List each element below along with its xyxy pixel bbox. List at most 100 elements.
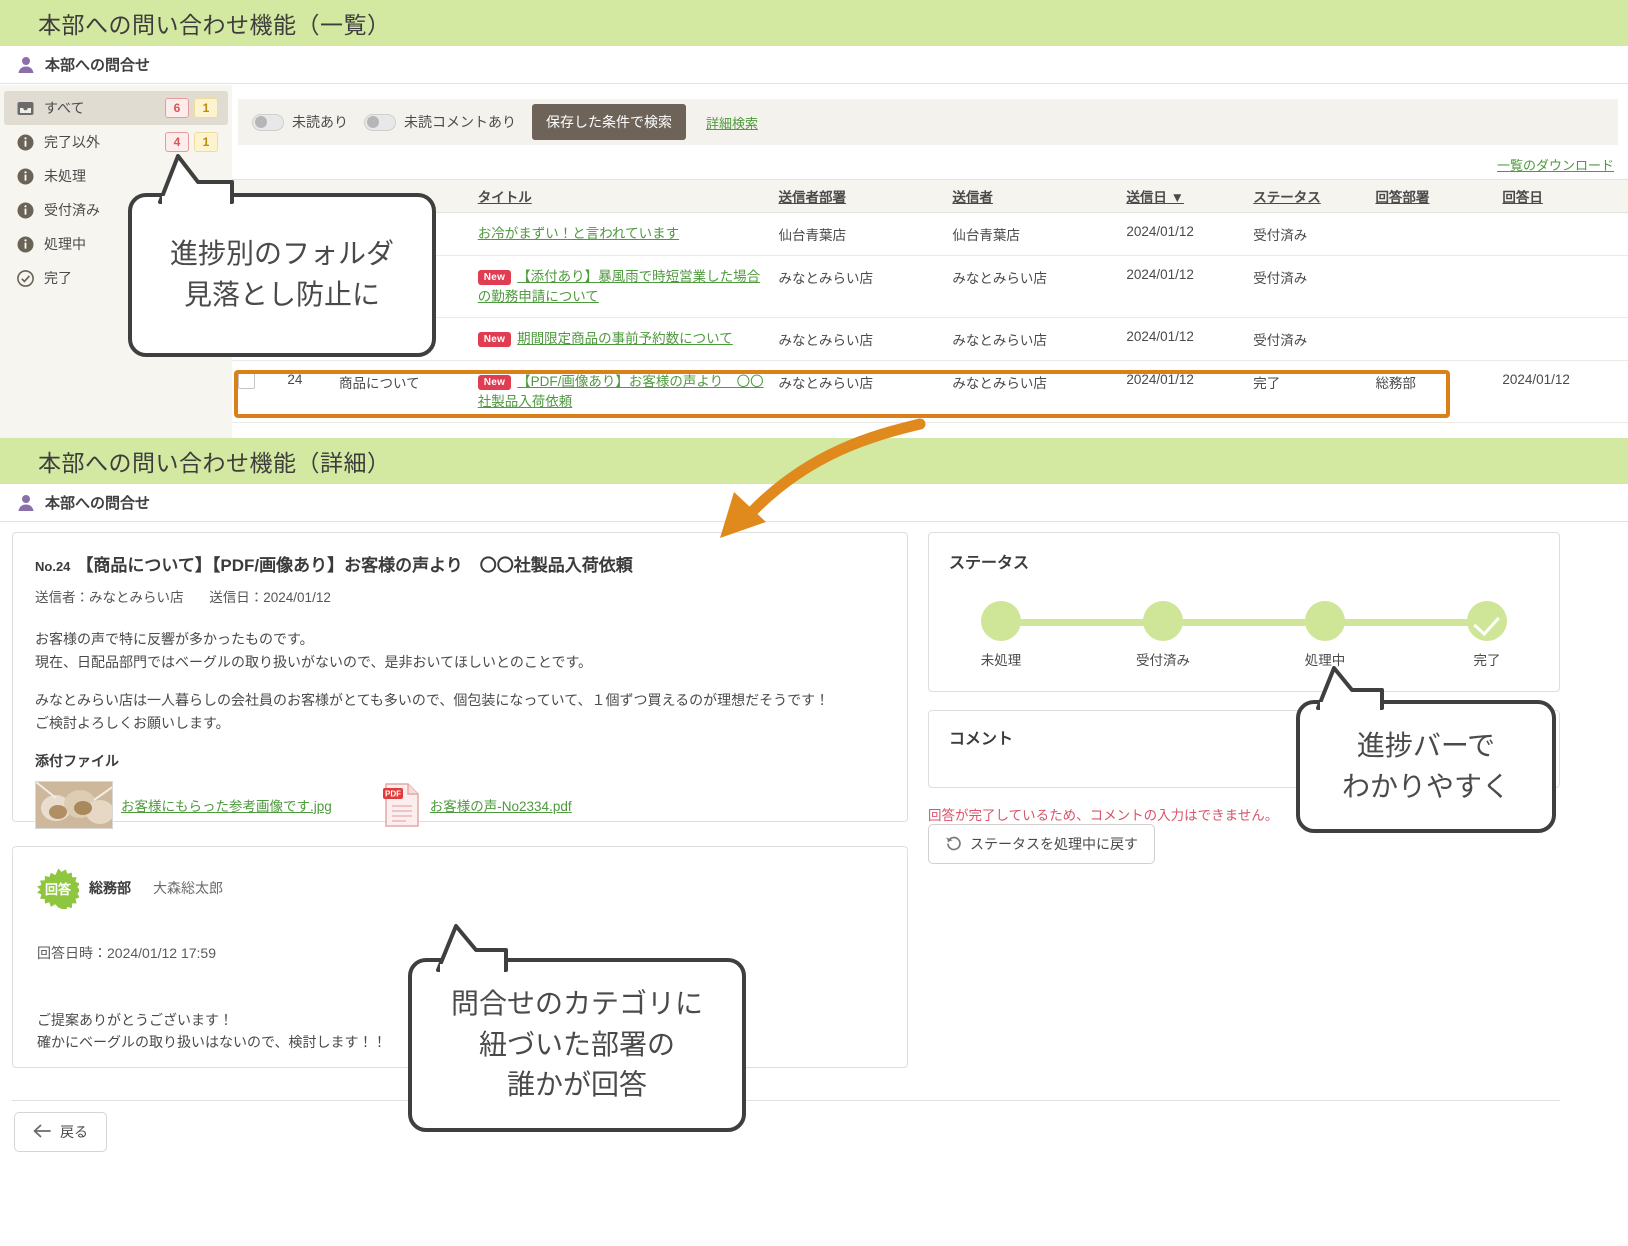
- attachment-section-title: 添付ファイル: [35, 752, 119, 769]
- row-title-cell: お冷がまずい！と言われています: [471, 212, 773, 256]
- step-accepted[interactable]: 受付済み: [1111, 601, 1215, 669]
- table-row[interactable]: お冷がまずい！と言われています 仙台青葉店 仙台青葉店 2024/01/12 受…: [232, 212, 1628, 256]
- table-row[interactable]: 24 商品について New 【PDF/画像あり】お客様の声より 〇〇社製品入荷依頼…: [232, 360, 1628, 424]
- row-sender: 仙台青葉店: [946, 212, 1121, 256]
- orange-arrow-annotation: [720, 418, 926, 538]
- unread-toggle-label: 未読あり: [292, 114, 348, 130]
- row-reply-dept: 総務部: [1369, 360, 1497, 424]
- row-title-link[interactable]: 【PDF/画像あり】お客様の声より 〇〇社製品入荷依頼: [478, 374, 764, 409]
- inquiry-sent-date: 送信日：2024/01/12: [209, 590, 331, 605]
- row-title-link[interactable]: お冷がまずい！と言われています: [478, 226, 679, 241]
- person-icon: [15, 54, 37, 76]
- row-sender-dept: みなとみらい店: [772, 317, 947, 362]
- new-badge: New: [477, 270, 512, 285]
- sidebar-badge-comment-not-complete: 1: [194, 132, 218, 152]
- revert-status-button-label: ステータスを処理中に戻す: [970, 836, 1138, 852]
- back-button[interactable]: 戻る: [14, 1112, 107, 1152]
- callout-category-text: 問合せのカテゴリに 紐づいた部署の 誰かが回答: [450, 988, 703, 1101]
- inquiry-body-line-1: お客様の声で特に反響が多かったものです。: [35, 631, 314, 647]
- row-sent-date: 2024/01/12: [1120, 360, 1248, 424]
- inquiry-list-main: 未読あり 未読コメントあり 保存した条件で検索 詳細検索 一覧のダウンロード タ…: [232, 85, 1628, 438]
- sidebar-item-all[interactable]: すべて 6 1: [4, 91, 228, 125]
- pdf-icon[interactable]: PDF: [382, 782, 422, 828]
- row-category: 商品について: [333, 360, 472, 424]
- row-sender-dept: 仙台青葉店: [772, 212, 947, 256]
- th-status[interactable]: ステータス: [1247, 179, 1370, 213]
- inquiry-body-paragraph-1: お客様の声で特に反響が多かったものです。 現在、日配品部門ではベーグルの取り扱い…: [35, 628, 885, 673]
- person-icon: [15, 492, 37, 514]
- list-banner-title: 本部への問い合わせ機能（一覧）: [38, 12, 391, 38]
- row-sender: みなとみらい店: [946, 255, 1121, 319]
- row-sent-date: 2024/01/12: [1120, 212, 1248, 256]
- callout-folder-annotation: 進捗別のフォルダ 見落とし防止に: [128, 193, 436, 357]
- callout-progress-tail: [1316, 666, 1384, 710]
- step-label-accepted: 受付済み: [1136, 653, 1190, 668]
- unread-comment-toggle-label: 未読コメントあり: [404, 114, 516, 130]
- download-list-link[interactable]: 一覧のダウンロード: [1497, 155, 1614, 174]
- row-title-cell: New 期間限定商品の事前予約数について: [471, 317, 773, 362]
- callout-category-tail: [436, 924, 508, 972]
- saved-search-button[interactable]: 保存した条件で検索: [532, 104, 686, 140]
- step-unprocessed[interactable]: 未処理: [949, 601, 1053, 669]
- step-dot-accepted: [1143, 601, 1183, 641]
- row-reply-date: [1496, 212, 1628, 256]
- row-sender: みなとみらい店: [946, 317, 1121, 362]
- status-card-title: ステータス: [949, 555, 1030, 572]
- unread-toggle[interactable]: [252, 113, 284, 131]
- th-title[interactable]: タイトル: [471, 179, 773, 213]
- row-reply-date: [1496, 317, 1628, 362]
- inquiry-body: お客様の声で特に反響が多かったものです。 現在、日配品部門ではベーグルの取り扱い…: [35, 628, 885, 735]
- inquiry-sender: 送信者：みなとみらい店: [35, 590, 184, 605]
- row-reply-date: 2024/01/12: [1496, 360, 1628, 424]
- unread-comment-toggle[interactable]: [364, 113, 396, 131]
- reply-badge-icon: 回答: [37, 867, 81, 912]
- inquiry-body-line-4: ご検討よろしくお願いします。: [35, 715, 230, 732]
- th-reply-date[interactable]: 回答日: [1496, 179, 1628, 213]
- list-page-header: 本部への問合せ: [0, 46, 1628, 84]
- step-label-unprocessed: 未処理: [980, 653, 1022, 668]
- th-reply-dept[interactable]: 回答部署: [1369, 179, 1497, 213]
- status-card: ステータス 未処理 受付済み 処理中 完了: [928, 532, 1560, 692]
- table-row[interactable]: New 【添付あり】暴風雨で時短営業した場合の勤務申請について みなとみらい店 み…: [232, 255, 1628, 319]
- row-title-link[interactable]: 期間限定商品の事前予約数について: [517, 331, 733, 346]
- footer-divider: [12, 1100, 1560, 1101]
- new-badge: New: [477, 332, 512, 348]
- arrow-left-icon: [33, 1124, 51, 1141]
- reply-badge-label: 回答: [44, 881, 71, 897]
- attachment-thumbnail[interactable]: [35, 780, 113, 829]
- row-status: 受付済み: [1247, 317, 1370, 362]
- step-processing[interactable]: 処理中: [1273, 601, 1377, 669]
- row-status: 完了: [1247, 360, 1370, 424]
- revert-status-button[interactable]: ステータスを処理中に戻す: [928, 824, 1155, 864]
- callout-category-annotation: 問合せのカテゴリに 紐づいた部署の 誰かが回答: [408, 958, 746, 1132]
- th-sender[interactable]: 送信者: [946, 179, 1121, 213]
- table-row[interactable]: New 期間限定商品の事前予約数について みなとみらい店 みなとみらい店 2024…: [232, 317, 1628, 362]
- attachment-image-link[interactable]: お客様にもらった参考画像です.jpg: [121, 795, 332, 815]
- th-sender-dept[interactable]: 送信者部署: [772, 179, 947, 213]
- row-sender: みなとみらい店: [946, 360, 1121, 424]
- attachment-pdf-link[interactable]: お客様の声-No2334.pdf: [430, 795, 572, 815]
- inquiry-card: No.24 【商品について】【PDF/画像あり】お客様の声より 〇〇社製品入荷依頼…: [12, 532, 908, 829]
- row-sent-date: 2024/01/12: [1120, 317, 1248, 362]
- inquiry-number: No.24: [35, 559, 71, 574]
- row-checkbox-cell[interactable]: [232, 360, 282, 424]
- reply-department: 総務部: [89, 880, 131, 896]
- row-title-link[interactable]: 【添付あり】暴風雨で時短営業した場合の勤務申請について: [478, 269, 760, 304]
- step-complete[interactable]: 完了: [1435, 601, 1539, 669]
- row-reply-date: [1496, 255, 1628, 319]
- row-sender-dept: みなとみらい店: [772, 255, 947, 319]
- reply-body-line-1: ご提案ありがとうございます！: [37, 1012, 233, 1028]
- inquiry-meta: 送信者：みなとみらい店 送信日：2024/01/12: [35, 586, 885, 606]
- th-sent-date[interactable]: 送信日 ▼: [1120, 179, 1248, 213]
- new-badge: New: [477, 375, 512, 391]
- detail-banner-title: 本部への問い合わせ機能（詳細）: [38, 450, 391, 476]
- filter-bar: 未読あり 未読コメントあり 保存した条件で検索 詳細検索: [238, 99, 1618, 145]
- check-circle-icon: [16, 269, 35, 288]
- inquiry-body-paragraph-2: みなとみらい店は一人暮らしの会社員のお客様がとても多いので、個包装になっていて、…: [35, 689, 885, 734]
- reply-author-name: 大森総太郎: [153, 880, 223, 896]
- undo-icon: [945, 834, 962, 854]
- row-no: 24: [281, 360, 334, 424]
- row-checkbox[interactable]: [238, 372, 255, 390]
- detail-search-link[interactable]: 詳細検索: [706, 113, 758, 132]
- step-label-complete: 完了: [1473, 653, 1501, 668]
